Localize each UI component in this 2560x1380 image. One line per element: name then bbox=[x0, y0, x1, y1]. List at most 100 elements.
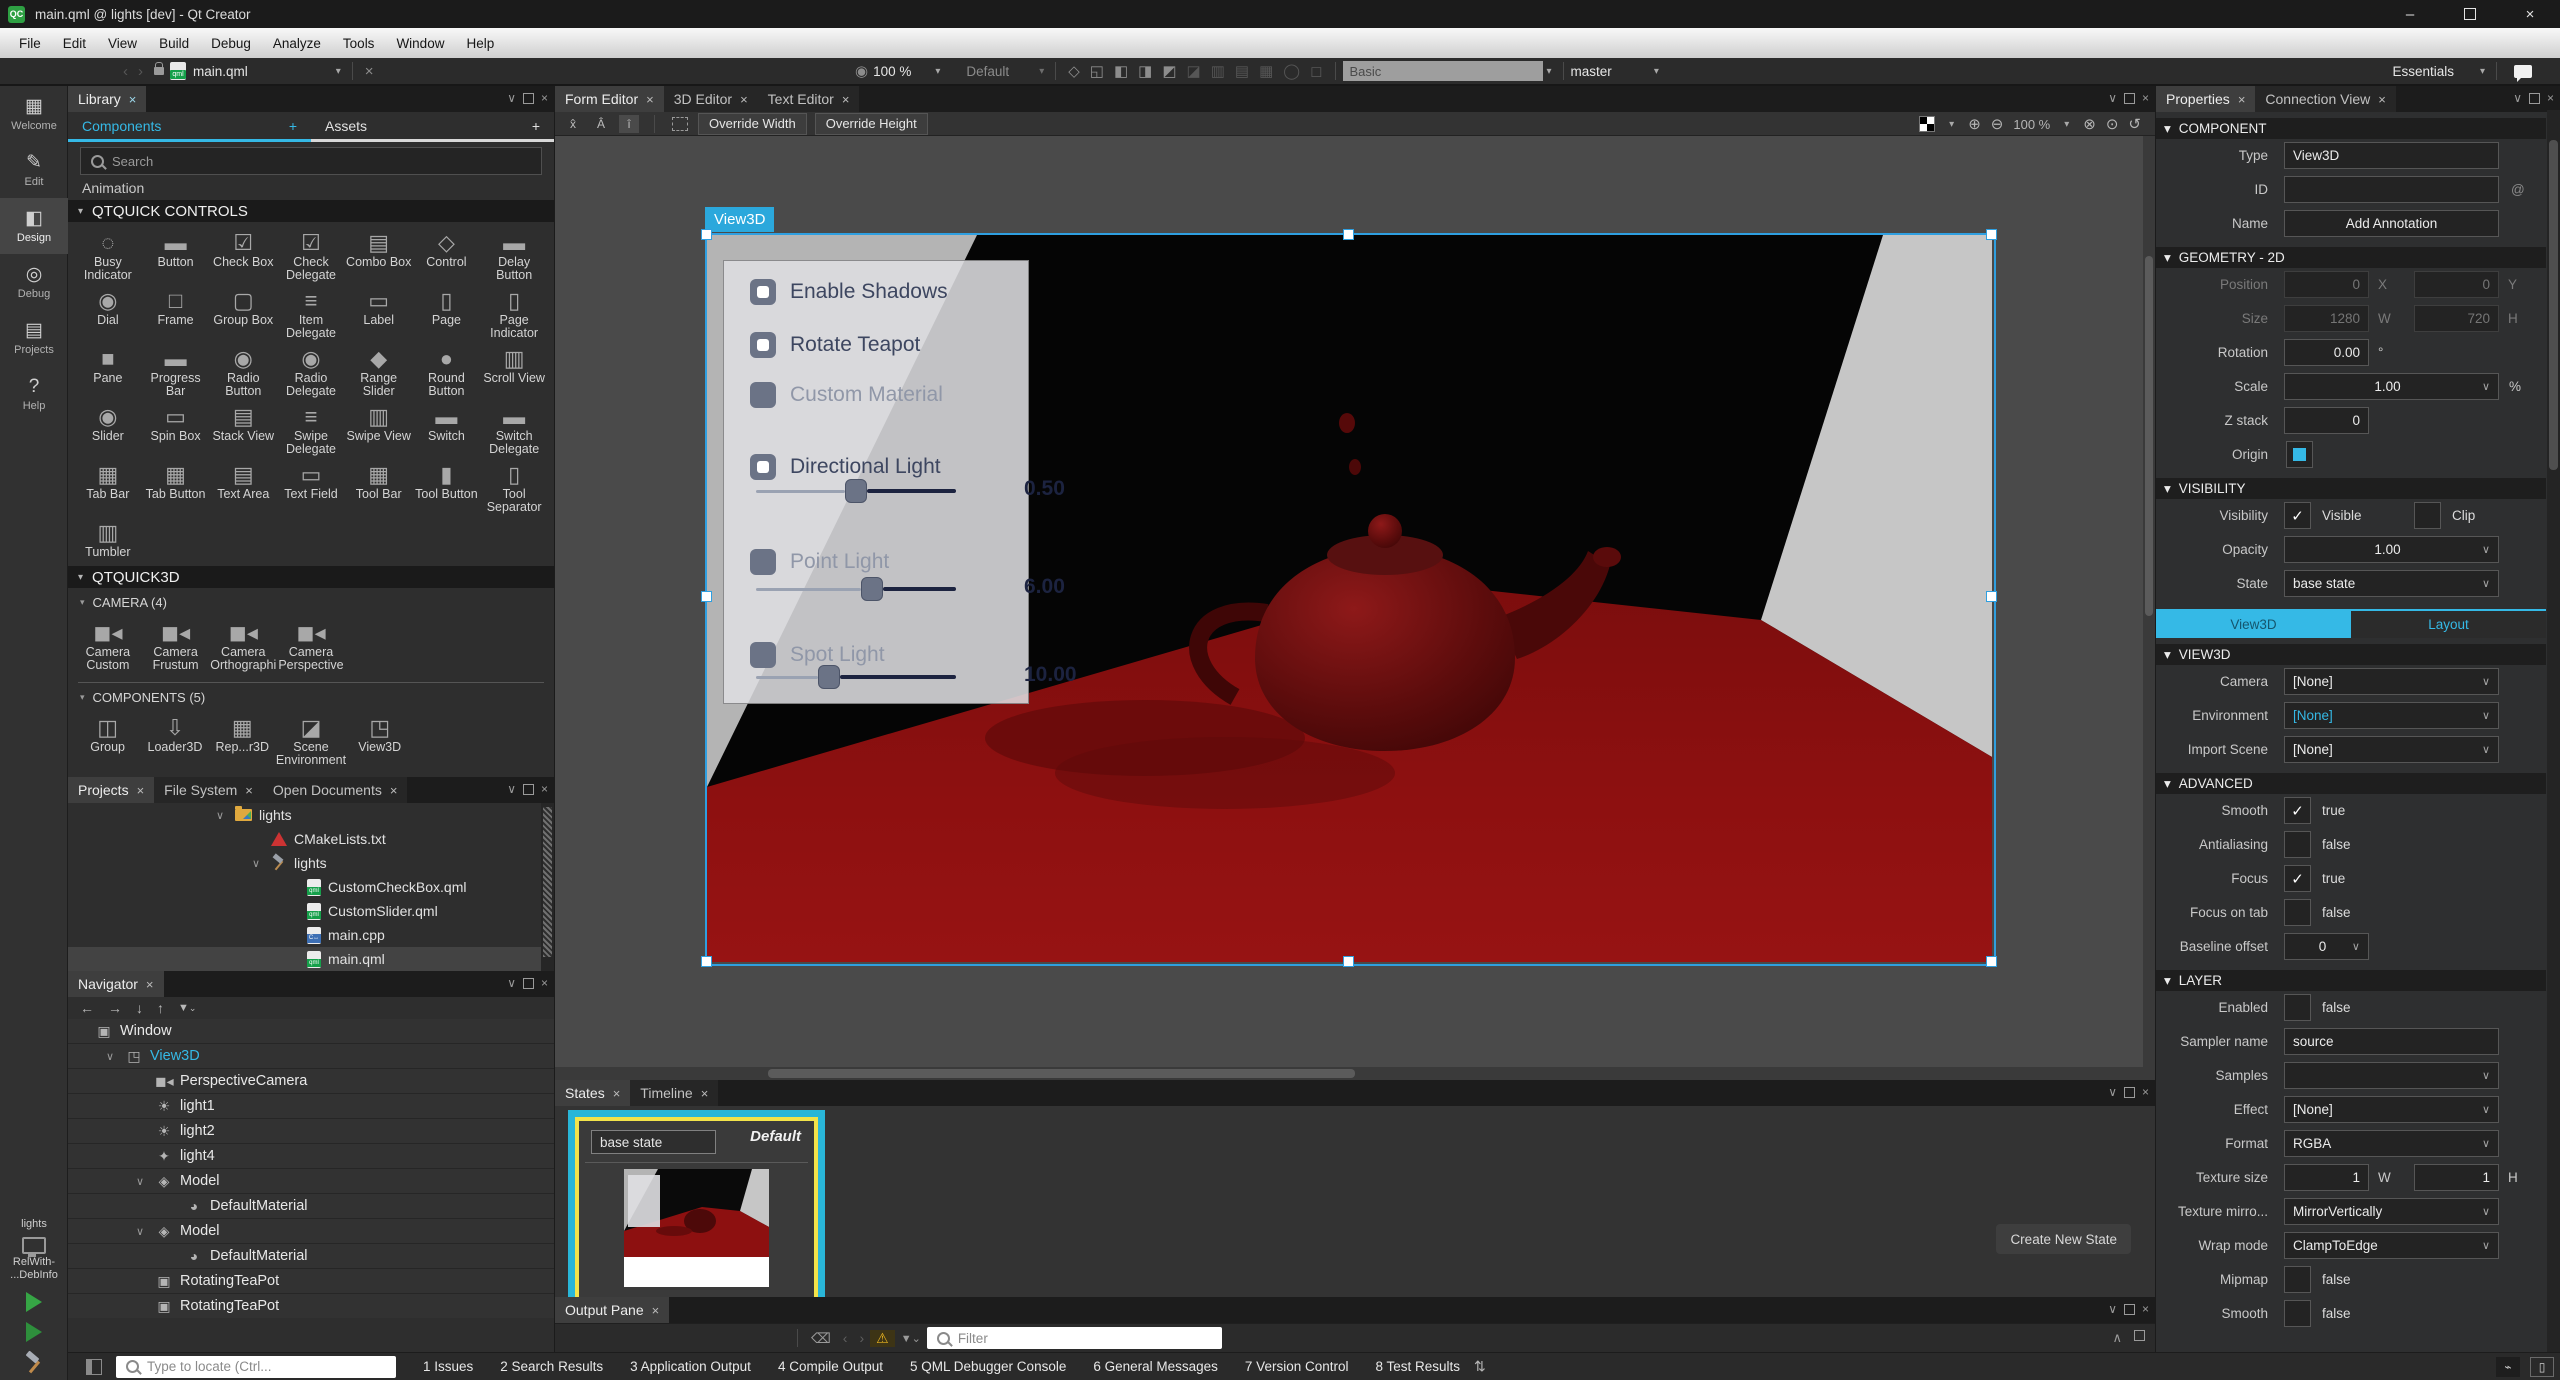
list-icon[interactable]: ▥ bbox=[1206, 62, 1230, 80]
section-geometry-2d[interactable]: ▾ GEOMETRY - 2D bbox=[2156, 247, 2546, 268]
feedback-icon[interactable] bbox=[2514, 64, 2532, 82]
checkbox-rotate-teapot[interactable] bbox=[750, 332, 776, 358]
canvas-color-swatch[interactable] bbox=[1919, 116, 1936, 132]
tree-row-model[interactable]: ∨ ◈ Model bbox=[68, 1169, 554, 1193]
library-item-combo-box[interactable]: ▤ Combo Box bbox=[345, 226, 413, 282]
expand-icon[interactable]: ∨ bbox=[136, 1225, 148, 1238]
tree-row-window[interactable]: ▣ Window bbox=[68, 1019, 554, 1043]
slider-point-light[interactable]: 6.00 bbox=[756, 575, 1065, 601]
statusbar-5-qml-debugger-console[interactable]: 5 QML Debugger Console bbox=[910, 1359, 1066, 1374]
mode-debug[interactable]: ◎ Debug bbox=[0, 254, 68, 310]
checkbox-directional-light[interactable] bbox=[750, 454, 776, 480]
checkbox-smooth[interactable] bbox=[2284, 1300, 2311, 1327]
branch-selector[interactable]: master bbox=[1571, 64, 1612, 79]
statusbar-2-search-results[interactable]: 2 Search Results bbox=[500, 1359, 603, 1374]
checkbox-antialiasing[interactable] bbox=[2284, 831, 2311, 858]
next-item-icon[interactable]: › bbox=[853, 1330, 870, 1346]
panel-float-icon[interactable] bbox=[2528, 92, 2540, 104]
property-field[interactable]: MirrorVertically ∨ bbox=[2284, 1198, 2499, 1225]
dropdown-icon[interactable]: ∨ bbox=[2482, 543, 2490, 556]
columns-icon[interactable]: ▤ bbox=[1230, 62, 1254, 80]
tree-row-view3d[interactable]: ∨ ◳ View3D bbox=[68, 1044, 554, 1068]
section-view3d[interactable]: ▾ VIEW3D bbox=[2156, 644, 2546, 665]
property-field[interactable]: 0 ∨ bbox=[2284, 933, 2369, 960]
add-annotation-button[interactable]: Add Annotation bbox=[2284, 210, 2499, 237]
tab-navigator[interactable]: Navigator × bbox=[68, 971, 164, 997]
library-item-camera-custom[interactable]: ◼◂ Camera Custom bbox=[74, 616, 142, 672]
create-new-state-button[interactable]: Create New State bbox=[1996, 1224, 2131, 1254]
group-icon[interactable]: ◩ bbox=[1157, 62, 1181, 80]
panel-collapse-icon[interactable]: ∨ bbox=[2108, 1302, 2117, 1316]
tree-row-light4[interactable]: ✦ light4 bbox=[68, 1144, 554, 1168]
property-field[interactable]: base state ∨ bbox=[2284, 570, 2499, 597]
state-name-field[interactable]: base state bbox=[591, 1130, 716, 1154]
add-assets-icon[interactable]: + bbox=[532, 118, 540, 134]
selection-handle[interactable] bbox=[701, 956, 712, 967]
property-field[interactable]: 1.00 ∨ bbox=[2284, 373, 2499, 400]
property-field[interactable]: [None] ∨ bbox=[2284, 668, 2499, 695]
property-field[interactable]: 0.00 bbox=[2284, 339, 2369, 366]
statusbar-3-application-output[interactable]: 3 Application Output bbox=[630, 1359, 751, 1374]
library-item-delay-button[interactable]: ▬ Delay Button bbox=[480, 226, 548, 282]
locator-input[interactable]: Type to locate (Ctrl... bbox=[116, 1355, 396, 1378]
library-item-scroll-view[interactable]: ▥ Scroll View bbox=[480, 342, 548, 398]
library-item-frame[interactable]: □ Frame bbox=[142, 284, 210, 340]
library-item-loader3d[interactable]: ⇩ Loader3D bbox=[141, 711, 208, 767]
library-item-rep-r3d[interactable]: ▦ Rep...r3D bbox=[209, 711, 276, 767]
property-field[interactable]: RGBA ∨ bbox=[2284, 1130, 2499, 1157]
menu-edit[interactable]: Edit bbox=[52, 28, 97, 58]
tree-row-rotatingteapot[interactable]: ▣ RotatingTeaPot bbox=[68, 1294, 554, 1318]
tree-row-cmakelists-txt[interactable]: CMakeLists.txt bbox=[68, 827, 554, 851]
library-item-text-area[interactable]: ▤ Text Area bbox=[209, 458, 277, 514]
canvas-color-dropdown-icon[interactable]: ▾ bbox=[1945, 119, 1958, 130]
zoom-in-icon[interactable]: ⊕ bbox=[1968, 115, 1981, 133]
clear-output-icon[interactable]: ⌫ bbox=[805, 1330, 837, 1347]
form-zoom-dropdown-icon[interactable]: ▾ bbox=[2060, 119, 2073, 130]
property-field[interactable]: [None] ∨ bbox=[2284, 702, 2499, 729]
mode-projects[interactable]: ▤ Projects bbox=[0, 310, 68, 366]
id-export-icon[interactable]: @ bbox=[2511, 182, 2525, 197]
split-pane-icon[interactable] bbox=[2134, 1330, 2145, 1341]
toolbar-search-input[interactable]: Basic bbox=[1342, 61, 1543, 81]
panel-float-icon[interactable] bbox=[2123, 1086, 2135, 1098]
library-item-swipe-delegate[interactable]: ≡ Swipe Delegate bbox=[277, 400, 345, 456]
add-components-icon[interactable]: + bbox=[289, 118, 297, 134]
toggle-left-sidebar-icon[interactable] bbox=[86, 1358, 102, 1375]
menu-build[interactable]: Build bbox=[148, 28, 200, 58]
library-item-progress-bar[interactable]: ▬ Progress Bar bbox=[142, 342, 210, 398]
form-canvas[interactable]: Enable Shadows Rotate Teapot Custom Materi… bbox=[555, 136, 2155, 1067]
toolbar-search-dropdown-icon[interactable]: ▾ bbox=[1543, 66, 1556, 77]
show-bounds-icon[interactable] bbox=[670, 115, 690, 133]
menu-window[interactable]: Window bbox=[385, 28, 455, 58]
library-item-check-box[interactable]: ☑ Check Box bbox=[209, 226, 277, 282]
dropdown-icon[interactable]: ∨ bbox=[2482, 675, 2490, 688]
tab-assets[interactable]: Assets + bbox=[311, 112, 554, 142]
slider-spot-light[interactable]: 10.00 bbox=[756, 663, 1077, 689]
state-card-base-state[interactable]: base state Default bbox=[568, 1110, 825, 1308]
selection-handle[interactable] bbox=[1986, 956, 1997, 967]
close-button[interactable]: × bbox=[2500, 0, 2560, 28]
editor-tab-form-editor[interactable]: Form Editor × bbox=[555, 86, 664, 112]
style-dropdown-icon[interactable]: ▾ bbox=[1009, 66, 1048, 77]
nav-left-icon[interactable]: ← bbox=[80, 1000, 94, 1016]
section-qtquick-controls[interactable]: ▾ QTQUICK CONTROLS bbox=[68, 200, 554, 222]
statusbar-4-compile-output[interactable]: 4 Compile Output bbox=[778, 1359, 883, 1374]
tab-close-icon[interactable]: × bbox=[390, 783, 398, 798]
checkbox-enabled[interactable] bbox=[2284, 994, 2311, 1021]
property-field[interactable]: 0 bbox=[2414, 271, 2499, 298]
grid-icon[interactable]: ▦ bbox=[1254, 62, 1278, 80]
library-item-group[interactable]: ◫ Group bbox=[74, 711, 141, 767]
mode-edit[interactable]: ✎ Edit bbox=[0, 142, 68, 198]
tab-projects[interactable]: Projects × bbox=[68, 777, 155, 803]
mode-help[interactable]: ? Help bbox=[0, 366, 68, 422]
perspective-dropdown-icon[interactable]: ▾ bbox=[2454, 66, 2489, 77]
prev-item-icon[interactable]: ‹ bbox=[837, 1330, 854, 1346]
maximize-button[interactable] bbox=[2440, 0, 2500, 28]
panel-close-icon[interactable]: × bbox=[541, 782, 548, 796]
zoom-fit-icon[interactable]: ⊙ bbox=[2106, 115, 2119, 133]
panel-collapse-icon[interactable]: ∨ bbox=[507, 91, 516, 105]
library-item-slider[interactable]: ◉ Slider bbox=[74, 400, 142, 456]
checkbox-visible[interactable]: ✓ bbox=[2284, 502, 2311, 529]
dropdown-icon[interactable]: ∨ bbox=[2482, 380, 2490, 393]
property-field[interactable]: source bbox=[2284, 1028, 2499, 1055]
